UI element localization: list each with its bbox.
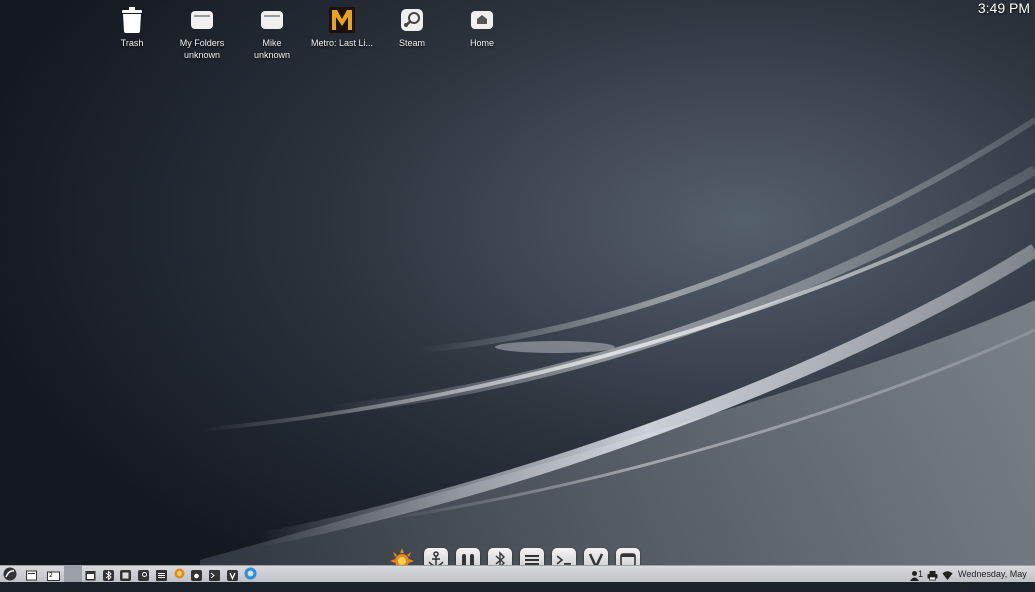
desktop-icon-steam[interactable]: Steam: [376, 6, 448, 49]
svg-text:2: 2: [49, 572, 53, 579]
panel-divider: [64, 566, 82, 582]
app-menu-icon[interactable]: [3, 567, 17, 581]
home-folder-icon: [469, 6, 495, 34]
metro-game-icon: [329, 6, 355, 34]
folder-icon: [189, 6, 215, 34]
folder-icon: [259, 6, 285, 34]
desktop-icon-label: Metro: Last Li...: [310, 38, 374, 48]
steam-icon: [399, 6, 425, 34]
desktop-icon-metro[interactable]: Metro: Last Li...: [306, 6, 378, 49]
file-manager-icon[interactable]: [26, 568, 37, 581]
desktop-icon-my-folders[interactable]: My Folders unknown: [166, 6, 238, 61]
calendar-icon[interactable]: [85, 568, 96, 581]
desktop-icon-label: Home: [469, 38, 494, 48]
desktop-icon-label: Mike: [262, 38, 282, 48]
bottom-panel: 2 1 Wednesday, May 24: [0, 565, 1035, 591]
package-icon[interactable]: [120, 568, 131, 581]
user-count: 1: [918, 569, 924, 579]
workspace-switcher-icon[interactable]: 2: [47, 568, 61, 581]
wifi-icon[interactable]: [942, 568, 953, 580]
vivaldi-icon[interactable]: [227, 568, 238, 581]
desktop-icon-label: My Folders: [179, 38, 225, 48]
desktop-icon-sublabel: unknown: [183, 50, 221, 60]
desktop-icon-label: Steam: [398, 38, 425, 48]
notes-icon[interactable]: [156, 568, 167, 581]
terminal-icon[interactable]: [209, 568, 220, 581]
desktop-icon-mike[interactable]: Mike unknown: [236, 6, 308, 61]
desktop-icon-label: Trash: [120, 38, 144, 48]
printer-icon[interactable]: [927, 568, 938, 581]
desktop-icon-sublabel: unknown: [253, 50, 291, 60]
camera-icon[interactable]: [191, 568, 202, 581]
desktop-icon-home[interactable]: Home: [446, 6, 518, 49]
sun-settings-icon[interactable]: [173, 567, 186, 580]
desktop-icon-trash[interactable]: Trash: [96, 6, 168, 49]
browser-globe-icon[interactable]: [244, 567, 257, 580]
panel-date[interactable]: Wednesday, May 24: [958, 568, 1035, 592]
steam-icon[interactable]: [138, 568, 149, 581]
top-clock[interactable]: 3:49 PM: [978, 0, 1030, 16]
trash-icon: [119, 6, 145, 34]
desktop-wallpaper: [0, 0, 1035, 582]
bluetooth-icon[interactable]: [103, 568, 114, 581]
